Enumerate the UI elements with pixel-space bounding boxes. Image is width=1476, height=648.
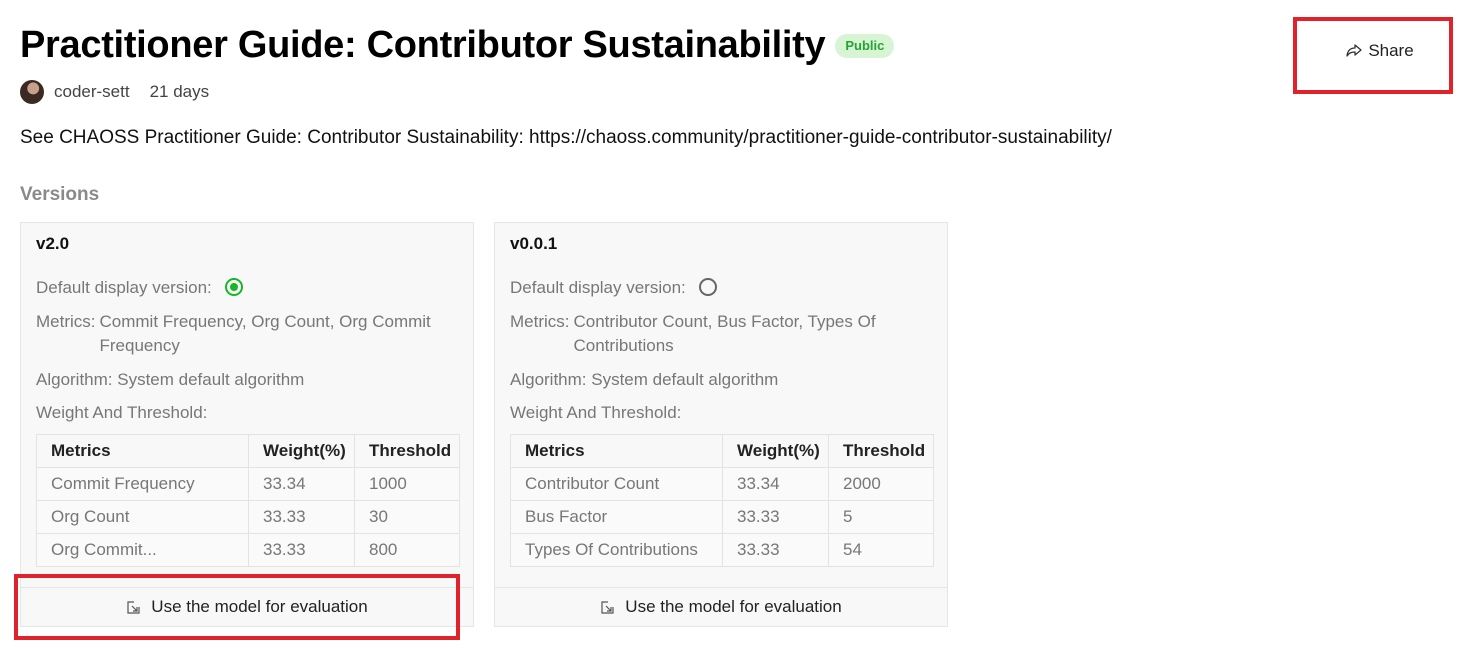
metrics-value: Commit Frequency, Org Count, Org Commit … [99, 312, 431, 355]
default-display-label: Default display version [36, 278, 208, 297]
metric-cell: Commit Frequency [36, 467, 249, 501]
col-metrics: Metrics [510, 434, 723, 468]
weight-cell: 33.33 [722, 533, 829, 567]
threshold-cell: 54 [828, 533, 934, 567]
title-row: Practitioner Guide: Contributor Sustaina… [20, 22, 895, 68]
visibility-badge: Public [835, 34, 895, 58]
col-weight: Weight(%) [722, 434, 829, 468]
metrics-row: Metrics: Contributor Count, Bus Factor, … [510, 310, 930, 358]
metric-cell: Org Commit... [36, 533, 249, 567]
versions-heading: Versions [20, 184, 100, 205]
default-display-row: Default display version: [36, 276, 243, 300]
default-display-label: Default display version [510, 278, 682, 297]
metric-cell: Contributor Count [510, 467, 723, 501]
version-name: v2.0 [36, 234, 70, 253]
author-name[interactable]: coder-sett [54, 82, 130, 102]
use-model-button[interactable]: Use the model for evaluation [495, 587, 947, 626]
evaluate-icon [127, 600, 140, 614]
threshold-cell: 30 [354, 500, 460, 534]
table-row: Commit Frequency 33.34 1000 [36, 467, 460, 501]
algorithm-text: Algorithm: System default algorithm [510, 370, 779, 389]
avatar[interactable] [20, 80, 44, 104]
use-model-button[interactable]: Use the model for evaluation [21, 587, 473, 626]
table-row: Bus Factor 33.33 5 [510, 500, 934, 534]
weight-threshold-table: Metrics Weight(%) Threshold Commit Frequ… [36, 434, 460, 567]
table-row: Contributor Count 33.34 2000 [510, 467, 934, 501]
share-label: Share [1368, 41, 1414, 60]
use-model-label: Use the model for evaluation [151, 597, 368, 616]
share-icon [1346, 44, 1362, 57]
weight-cell: 33.33 [722, 500, 829, 534]
default-version-radio[interactable] [698, 278, 717, 296]
weight-threshold-label: Weight And Threshold: [510, 403, 682, 422]
col-threshold: Threshold [828, 434, 934, 468]
version-card-v001: v0.0.1 Default display version: Metrics:… [494, 222, 948, 627]
col-weight: Weight(%) [248, 434, 355, 468]
version-card-v2: v2.0 Default display version: Metrics: C… [20, 222, 474, 627]
threshold-cell: 800 [354, 533, 460, 567]
col-threshold: Threshold [354, 434, 460, 468]
weight-threshold-table: Metrics Weight(%) Threshold Contributor … [510, 434, 934, 567]
weight-cell: 33.33 [248, 500, 355, 534]
table-row: Org Count 33.33 30 [36, 500, 460, 534]
default-display-colon: : [207, 278, 212, 297]
default-version-radio[interactable] [224, 278, 243, 296]
table-header-row: Metrics Weight(%) Threshold [510, 434, 934, 468]
algorithm-text: Algorithm: System default algorithm [36, 370, 305, 389]
metrics-value: Contributor Count, Bus Factor, Types Of … [573, 312, 876, 355]
threshold-cell: 5 [828, 500, 934, 534]
default-display-colon: : [681, 278, 686, 297]
table-header-row: Metrics Weight(%) Threshold [36, 434, 460, 468]
age-text: 21 days [149, 82, 210, 101]
threshold-cell: 2000 [828, 467, 934, 501]
use-model-label: Use the model for evaluation [625, 597, 842, 616]
metric-cell: Bus Factor [510, 500, 723, 534]
evaluate-icon [601, 600, 614, 614]
weight-cell: 33.34 [722, 467, 829, 501]
table-row: Types Of Contributions 33.33 54 [510, 533, 934, 567]
metric-cell: Types Of Contributions [510, 533, 723, 567]
metrics-label: Metrics: [36, 312, 96, 331]
weight-cell: 33.33 [248, 533, 355, 567]
col-metrics: Metrics [36, 434, 249, 468]
weight-threshold-label: Weight And Threshold: [36, 403, 208, 422]
metrics-row: Metrics: Commit Frequency, Org Count, Or… [36, 310, 466, 358]
share-button[interactable]: Share [1332, 36, 1428, 66]
page-title: Practitioner Guide: Contributor Sustaina… [20, 24, 826, 66]
metric-cell: Org Count [36, 500, 249, 534]
weight-cell: 33.34 [248, 467, 355, 501]
version-name: v0.0.1 [510, 234, 558, 253]
default-display-row: Default display version: [510, 276, 717, 300]
table-row: Org Commit... 33.33 800 [36, 533, 460, 567]
threshold-cell: 1000 [354, 467, 460, 501]
model-description: See CHAOSS Practitioner Guide: Contribut… [20, 127, 1112, 148]
author-meta: coder-sett 21 days [20, 80, 209, 104]
metrics-label: Metrics: [510, 312, 570, 331]
